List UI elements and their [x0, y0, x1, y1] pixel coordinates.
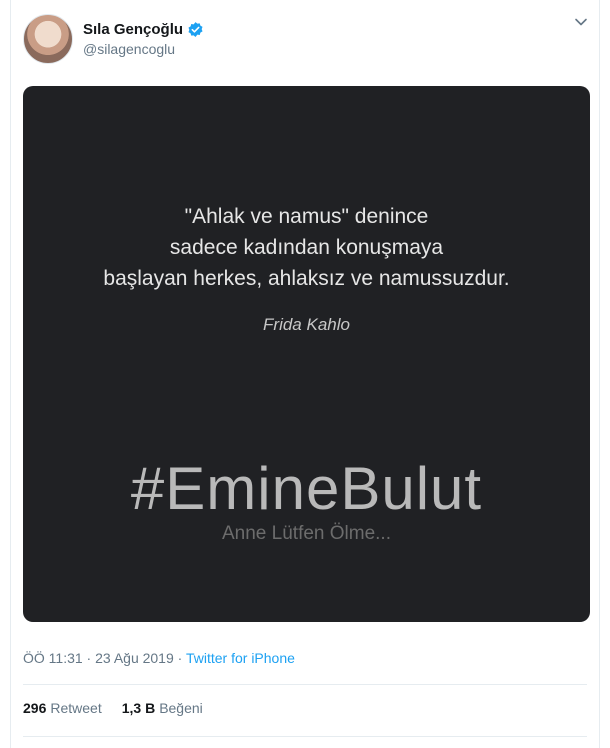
like-label: Beğeni: [159, 700, 203, 716]
tweet-card: Sıla Gençoğlu @silagencoglu "Ahlak ve na…: [10, 0, 600, 748]
quote-text: "Ahlak ve namus" denince sadece kadından…: [23, 201, 590, 294]
tweet-metadata: ÖÖ 11:31 · 23 Ağu 2019 · Twitter for iPh…: [23, 650, 295, 666]
like-stat[interactable]: 1,3 B Beğeni: [122, 700, 203, 716]
tweet-time[interactable]: ÖÖ 11:31: [23, 650, 83, 666]
chevron-down-icon[interactable]: [571, 12, 591, 32]
separator: ·: [173, 650, 186, 666]
divider: [23, 684, 587, 685]
separator: ·: [82, 650, 96, 666]
quote-line: sadece kadından konuşmaya: [169, 236, 444, 259]
hashtag-text: #EmineBulut: [130, 455, 483, 522]
quote-line: başlayan herkes, ahlaksız ve namussuzdur…: [103, 267, 510, 290]
tweet-source-link[interactable]: Twitter for iPhone: [186, 650, 295, 666]
tweet-image[interactable]: "Ahlak ve namus" denince sadece kadından…: [23, 86, 590, 622]
hashtag-subtitle: Anne Lütfen Ölme...: [222, 523, 391, 544]
like-count: 1,3 B: [121, 700, 156, 716]
retweet-label: Retweet: [50, 700, 102, 716]
retweet-stat[interactable]: 296 Retweet: [23, 700, 102, 716]
quote-author: Frida Kahlo: [263, 315, 350, 334]
name-row: Sıla Gençoğlu: [83, 21, 204, 38]
display-name[interactable]: Sıla Gençoğlu: [83, 21, 183, 38]
avatar[interactable]: [23, 14, 73, 64]
verified-badge-icon: [187, 21, 204, 38]
tweet-date[interactable]: 23 Ağu 2019: [95, 650, 174, 666]
tweet-stats: 296 Retweet 1,3 B Beğeni: [23, 700, 223, 716]
tweet-header: Sıla Gençoğlu @silagencoglu: [23, 14, 204, 64]
handle[interactable]: @silagencoglu: [83, 41, 204, 57]
divider: [23, 736, 587, 737]
author-names: Sıla Gençoğlu @silagencoglu: [83, 21, 204, 57]
retweet-count: 296: [23, 700, 47, 716]
quote-line: "Ahlak ve namus" denince: [184, 205, 429, 228]
